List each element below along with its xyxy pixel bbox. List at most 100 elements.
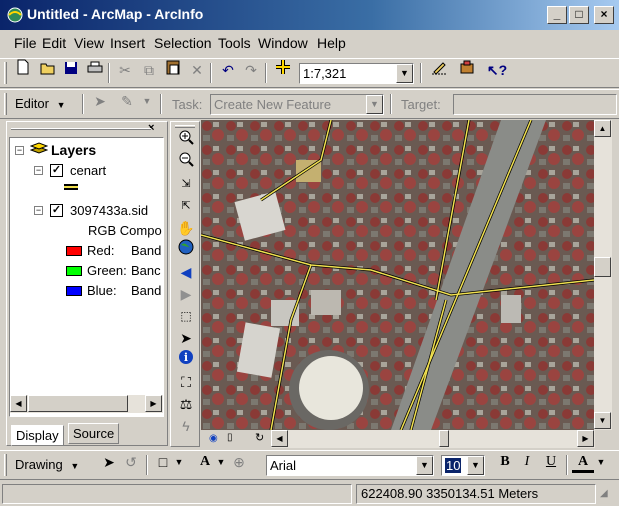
tab-display[interactable]: Display [11, 425, 64, 446]
map-horizontal-scrollbar[interactable]: ◀ ▶ [271, 430, 595, 448]
editor-toolbar-icon[interactable] [428, 59, 450, 81]
edit-tool-arrow-icon[interactable]: ➤ [89, 90, 111, 112]
red-band-swatch[interactable] [66, 246, 82, 256]
scroll-right-icon[interactable]: ▶ [577, 430, 594, 447]
maximize-button[interactable]: □ [569, 6, 589, 24]
layer-name-cenart[interactable]: cenart [70, 163, 106, 178]
layout-view-icon[interactable]: ▯ [227, 432, 233, 443]
layers-root-label[interactable]: Layers [51, 142, 96, 158]
pan-hand-icon[interactable]: ✋ [174, 217, 198, 239]
bold-button[interactable]: B [494, 451, 516, 473]
scroll-left-icon[interactable]: ◀ [10, 395, 27, 412]
chevron-down-icon[interactable]: ▼ [416, 456, 433, 475]
new-text-icon[interactable]: A [194, 451, 216, 473]
italic-button[interactable]: I [516, 451, 538, 473]
back-arrow-icon[interactable]: ◀ [174, 261, 198, 283]
font-name-combo[interactable]: Arial ▼ [266, 455, 434, 476]
chevron-down-icon[interactable]: ▼ [594, 451, 608, 473]
toc-horizontal-scrollbar[interactable]: ◀ ▶ [10, 395, 163, 413]
panel-grip[interactable] [11, 128, 151, 130]
toolbar-grip[interactable] [4, 62, 7, 84]
rectangle-icon[interactable]: □ [152, 451, 174, 473]
toolbar-grip[interactable] [175, 125, 195, 128]
toolbar-grip[interactable] [4, 93, 7, 115]
task-combo[interactable]: Create New Feature ▼ [210, 94, 384, 115]
green-band-swatch[interactable] [66, 266, 82, 276]
target-combo[interactable] [453, 94, 617, 115]
close-button[interactable]: × [594, 6, 614, 24]
arctoolbox-icon[interactable] [456, 59, 478, 81]
drawing-menu-button[interactable]: Drawing ▼ [15, 457, 79, 472]
whats-this-help-icon[interactable]: ↖? [486, 59, 508, 81]
layer-visibility-checkbox[interactable]: ✓ [50, 164, 63, 177]
map-view[interactable] [201, 120, 594, 430]
map-vertical-scrollbar[interactable]: ▲ ▼ [594, 120, 612, 430]
layer-visibility-checkbox[interactable]: ✓ [50, 204, 63, 217]
chevron-down-icon[interactable]: ▼ [366, 95, 383, 114]
layer-name-sid[interactable]: 3097433a.sid [70, 203, 148, 218]
refresh-icon[interactable]: ↻ [255, 431, 264, 444]
find-binoculars-icon[interactable]: ⛶ [174, 371, 198, 393]
menu-help[interactable]: Help [317, 35, 346, 51]
redo-icon[interactable]: ↷ [240, 59, 262, 81]
collapse-icon[interactable]: − [34, 166, 43, 175]
add-data-icon[interactable] [272, 59, 294, 81]
hyperlink-lightning-icon[interactable]: ϟ [174, 415, 198, 437]
scroll-left-icon[interactable]: ◀ [271, 430, 288, 447]
collapse-icon[interactable]: − [15, 146, 24, 155]
delete-icon[interactable]: ✕ [186, 59, 208, 81]
measure-ruler-icon[interactable]: ⚖ [174, 393, 198, 415]
underline-button[interactable]: U [540, 451, 562, 473]
copy-icon[interactable]: ⧉ [138, 59, 160, 81]
scroll-thumb[interactable] [594, 257, 611, 277]
fixed-zoom-out-icon[interactable]: ⇱ [174, 195, 198, 217]
map-scale-combo[interactable]: 1:7,321 ▼ [299, 63, 414, 84]
text-edit-icon[interactable]: ⊕ [232, 451, 246, 473]
paste-icon[interactable] [162, 59, 184, 81]
chevron-down-icon[interactable]: ▼ [396, 64, 413, 83]
forward-arrow-icon[interactable]: ▶ [174, 283, 198, 305]
chevron-down-icon[interactable]: ▼ [172, 451, 186, 473]
chevron-down-icon[interactable]: ▼ [140, 90, 154, 112]
resize-grip-icon[interactable]: ◢ [600, 488, 608, 499]
scroll-thumb[interactable] [28, 395, 128, 412]
collapse-icon[interactable]: − [34, 206, 43, 215]
cut-icon[interactable]: ✂ [114, 59, 136, 81]
menu-insert[interactable]: Insert [110, 35, 145, 51]
editor-menu-button[interactable]: Editor ▼ [15, 96, 66, 111]
title-bar[interactable]: Untitled - ArcMap - ArcInfo _ □ × [0, 0, 619, 30]
menu-selection[interactable]: Selection [154, 35, 212, 51]
scroll-up-icon[interactable]: ▲ [594, 120, 611, 137]
menu-edit[interactable]: Edit [42, 35, 66, 51]
scroll-down-icon[interactable]: ▼ [594, 412, 611, 429]
tab-source[interactable]: Source [68, 423, 120, 444]
menu-view[interactable]: View [74, 35, 104, 51]
zoom-out-icon[interactable] [174, 151, 198, 173]
open-folder-icon[interactable] [37, 59, 59, 81]
menu-file[interactable]: File [14, 35, 37, 51]
rotate-icon[interactable]: ↺ [120, 451, 142, 473]
fixed-zoom-in-icon[interactable]: ⇲ [174, 173, 198, 195]
select-elements-arrow-icon[interactable]: ➤ [174, 327, 198, 349]
font-size-combo[interactable]: 10 ▼ [441, 455, 485, 476]
menu-tools[interactable]: Tools [218, 35, 251, 51]
minimize-button[interactable]: _ [547, 6, 567, 24]
scroll-right-icon[interactable]: ▶ [145, 395, 162, 412]
undo-icon[interactable]: ↶ [217, 59, 239, 81]
chevron-down-icon[interactable]: ▼ [467, 456, 484, 475]
blue-band-swatch[interactable] [66, 286, 82, 296]
font-color-icon[interactable]: A [572, 451, 594, 473]
data-view-icon[interactable]: ◉ [209, 433, 218, 444]
sketch-pencil-icon[interactable]: ✎ [116, 90, 138, 112]
chevron-down-icon[interactable]: ▼ [214, 451, 228, 473]
select-elements-arrow-icon[interactable]: ➤ [98, 451, 120, 473]
print-icon[interactable] [84, 59, 106, 81]
full-extent-globe-icon[interactable] [174, 239, 198, 261]
new-document-icon[interactable] [12, 59, 34, 81]
save-disk-icon[interactable] [60, 59, 82, 81]
scroll-thumb[interactable] [439, 430, 449, 447]
select-features-icon[interactable]: ⬚ [174, 305, 198, 327]
zoom-in-icon[interactable] [174, 129, 198, 151]
identify-info-icon[interactable]: i [174, 349, 198, 371]
toolbar-grip[interactable] [4, 454, 7, 476]
